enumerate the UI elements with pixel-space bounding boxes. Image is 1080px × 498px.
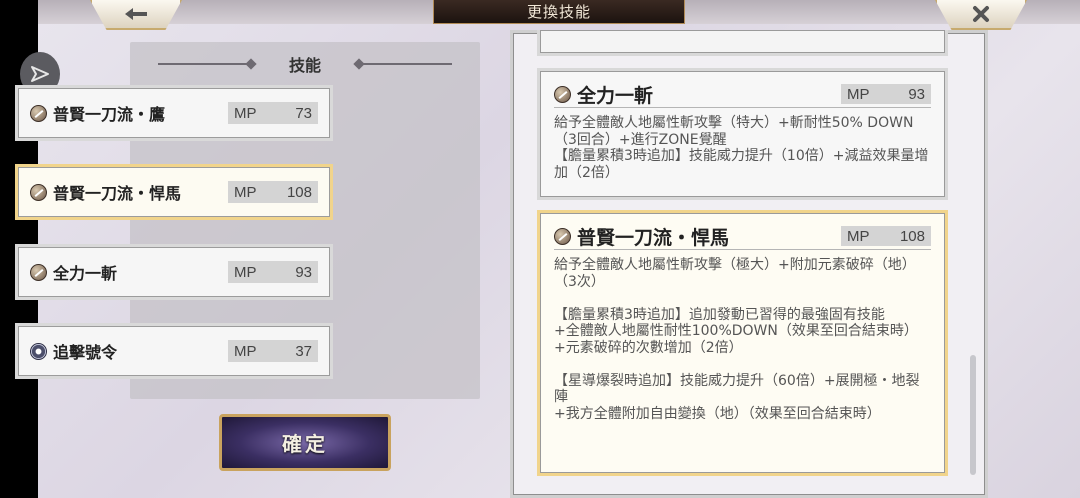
back-button[interactable] (90, 0, 182, 30)
close-icon (973, 6, 989, 22)
sword-skill-icon (30, 104, 47, 122)
mp-cost: MP 37 (228, 340, 318, 362)
mp-cost: MP 93 (228, 261, 318, 283)
card-skill-name: 普賢一刀流・悍馬 (577, 226, 730, 249)
card-header: 普賢一刀流・悍馬 MP 108 (554, 223, 931, 250)
page-title: 更換技能 (433, 0, 685, 24)
header-ornament-left (158, 63, 253, 65)
close-button[interactable] (935, 0, 1027, 30)
mp-value: 93 (295, 263, 312, 281)
skill-item-name: 普賢一刀流・鷹 (53, 105, 166, 124)
skill-item-1[interactable]: 普賢一刀流・鷹 MP 73 (15, 85, 333, 141)
card-description: 給予全體敵人地屬性斬攻擊（特大）+斬耐性50% DOWN（3回合）+進行ZONE… (554, 115, 929, 181)
mp-label: MP (234, 263, 257, 281)
mp-label: MP (847, 85, 870, 103)
mp-label: MP (234, 342, 257, 360)
mp-label: MP (234, 183, 257, 201)
mp-cost: MP 93 (841, 84, 931, 104)
sword-skill-icon (30, 263, 47, 281)
confirm-button[interactable]: 確定 (219, 414, 391, 471)
skill-list-title: 技能 (288, 56, 321, 75)
skill-item-3[interactable]: 全力一斬 MP 93 (15, 244, 333, 300)
skill-item-4[interactable]: 追擊號令 MP 37 (15, 323, 333, 379)
card-skill-name: 全力一斬 (577, 84, 654, 107)
skill-item-name: 全力一斬 (53, 264, 118, 283)
mp-value: 93 (908, 85, 925, 103)
mp-cost: MP 108 (228, 181, 318, 203)
skill-detail-card-2[interactable]: 普賢一刀流・悍馬 MP 108 給予全體敵人地屬性斬攻擊（極大）+附加元素破碎（… (537, 210, 948, 476)
skill-item-name: 普賢一刀流・悍馬 (53, 184, 182, 203)
mp-label: MP (847, 227, 870, 245)
detail-scrollbar[interactable] (970, 355, 976, 475)
mp-value: 108 (286, 183, 312, 201)
skill-item-name: 追擊號令 (53, 343, 118, 362)
mp-value: 73 (295, 104, 312, 122)
mp-cost: MP 108 (841, 226, 931, 246)
mp-value: 108 (899, 227, 925, 245)
header-ornament-right (357, 63, 452, 65)
sword-skill-icon (30, 183, 47, 201)
sword-skill-icon (554, 227, 571, 245)
skill-list-header: 技能 (130, 50, 480, 78)
mp-cost: MP 73 (228, 102, 318, 124)
mp-value: 37 (295, 342, 312, 360)
skill-detail-card-1[interactable]: 全力一斬 MP 93 給予全體敵人地屬性斬攻擊（特大）+斬耐性50% DOWN（… (537, 68, 948, 200)
send-arrow-icon (31, 66, 49, 82)
command-skill-icon (30, 342, 47, 360)
card-header: 全力一斬 MP 93 (554, 81, 931, 108)
card-description: 給予全體敵人地屬性斬攻擊（極大）+附加元素破碎（地）（3次） 【膽量累積3時追加… (554, 257, 920, 422)
skill-item-2[interactable]: 普賢一刀流・悍馬 MP 108 (15, 164, 333, 220)
sword-skill-icon (554, 85, 571, 103)
previous-card-edge (537, 30, 948, 56)
mp-label: MP (234, 104, 257, 122)
back-arrow-icon (125, 8, 147, 20)
